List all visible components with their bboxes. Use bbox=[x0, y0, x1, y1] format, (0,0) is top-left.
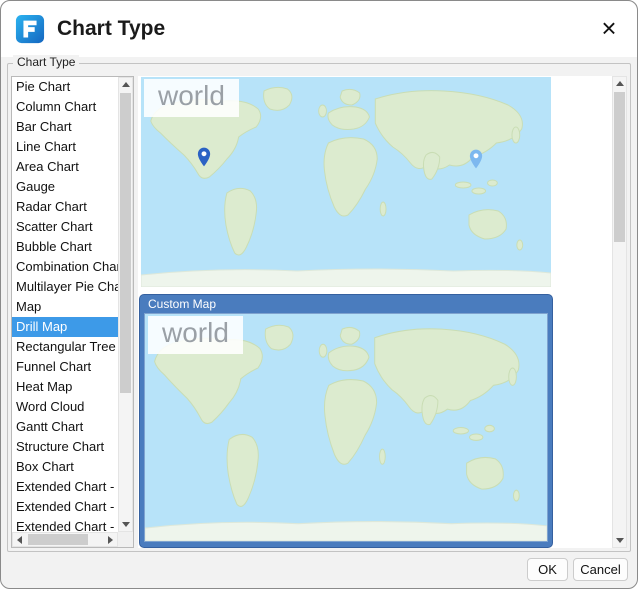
dialog-titlebar: Chart Type × bbox=[1, 1, 637, 57]
scroll-down-icon bbox=[121, 522, 130, 527]
ok-button[interactable]: OK bbox=[527, 558, 568, 581]
map-preview-default[interactable]: world bbox=[141, 77, 551, 287]
preview-vscroll-thumb[interactable] bbox=[614, 92, 625, 242]
chart-type-item[interactable]: Funnel Chart bbox=[12, 357, 118, 377]
list-vertical-scrollbar[interactable] bbox=[118, 77, 133, 532]
app-logo-icon bbox=[15, 14, 45, 44]
chart-type-item[interactable]: Structure Chart bbox=[12, 437, 118, 457]
map-preview-pane: world Custom Map world bbox=[138, 76, 627, 548]
scroll-right-icon bbox=[108, 535, 113, 544]
chart-type-item[interactable]: Column Chart bbox=[12, 97, 118, 117]
chart-type-item[interactable]: Map bbox=[12, 297, 118, 317]
chart-type-item[interactable]: Heat Map bbox=[12, 377, 118, 397]
groupbox-label: Chart Type bbox=[13, 55, 80, 69]
map-watermark: world bbox=[148, 316, 243, 354]
chart-type-item[interactable]: Multilayer Pie Chart bbox=[12, 277, 118, 297]
scroll-left-button[interactable] bbox=[13, 533, 26, 546]
chart-type-item[interactable]: Combination Chart bbox=[12, 257, 118, 277]
custom-map-title: Custom Map bbox=[148, 297, 217, 311]
close-icon[interactable]: × bbox=[595, 15, 623, 43]
scroll-down-icon bbox=[615, 538, 624, 543]
scroll-right-button[interactable] bbox=[104, 533, 117, 546]
chart-type-list: Pie Chart Column Chart Bar Chart Line Chart… bbox=[11, 76, 134, 548]
chart-type-dialog: Chart Type × Chart Type Pie Chart Column … bbox=[0, 0, 638, 589]
chart-type-item[interactable]: Word Cloud bbox=[12, 397, 118, 417]
scroll-up-button[interactable] bbox=[119, 78, 132, 91]
map-watermark: world bbox=[144, 79, 239, 117]
scrollbar-corner bbox=[118, 532, 133, 547]
scroll-left-icon bbox=[17, 535, 22, 544]
list-horizontal-scrollbar[interactable] bbox=[12, 532, 118, 547]
cancel-button[interactable]: Cancel bbox=[573, 558, 628, 581]
list-vscroll-thumb[interactable] bbox=[120, 93, 131, 393]
chart-type-list-items: Pie Chart Column Chart Bar Chart Line Chart… bbox=[12, 77, 118, 532]
scroll-down-button[interactable] bbox=[119, 518, 132, 531]
scroll-down-button[interactable] bbox=[613, 534, 626, 547]
scroll-up-icon bbox=[121, 82, 130, 87]
chart-type-item[interactable]: Gantt Chart bbox=[12, 417, 118, 437]
map-pin-icon bbox=[469, 149, 483, 169]
chart-type-item[interactable]: Rectangular Tree Diagram bbox=[12, 337, 118, 357]
chart-type-item[interactable]: Radar Chart bbox=[12, 197, 118, 217]
map-preview-custom[interactable]: Custom Map world bbox=[139, 294, 553, 548]
chart-type-groupbox: Chart Type Pie Chart Column Chart Bar Char… bbox=[7, 55, 631, 552]
chart-type-item[interactable]: Bubble Chart bbox=[12, 237, 118, 257]
chart-type-item[interactable]: Scatter Chart bbox=[12, 217, 118, 237]
map-pin-icon bbox=[197, 147, 211, 167]
scroll-up-button[interactable] bbox=[613, 77, 626, 90]
chart-type-item[interactable]: Box Chart bbox=[12, 457, 118, 477]
preview-vertical-scrollbar[interactable] bbox=[612, 76, 627, 548]
scroll-up-icon bbox=[615, 81, 624, 86]
chart-type-item[interactable]: Pie Chart bbox=[12, 77, 118, 97]
chart-type-item[interactable]: Extended Chart - bbox=[12, 497, 118, 517]
chart-type-item[interactable]: Gauge bbox=[12, 177, 118, 197]
custom-map-canvas: world bbox=[144, 313, 548, 542]
dialog-title: Chart Type bbox=[57, 17, 166, 40]
chart-type-item[interactable]: Extended Chart - bbox=[12, 517, 118, 532]
chart-type-item[interactable]: Drill Map bbox=[12, 317, 118, 337]
chart-type-item[interactable]: Extended Chart - bbox=[12, 477, 118, 497]
list-hscroll-thumb[interactable] bbox=[28, 534, 88, 545]
chart-type-item[interactable]: Line Chart bbox=[12, 137, 118, 157]
chart-type-item[interactable]: Bar Chart bbox=[12, 117, 118, 137]
chart-type-item[interactable]: Area Chart bbox=[12, 157, 118, 177]
